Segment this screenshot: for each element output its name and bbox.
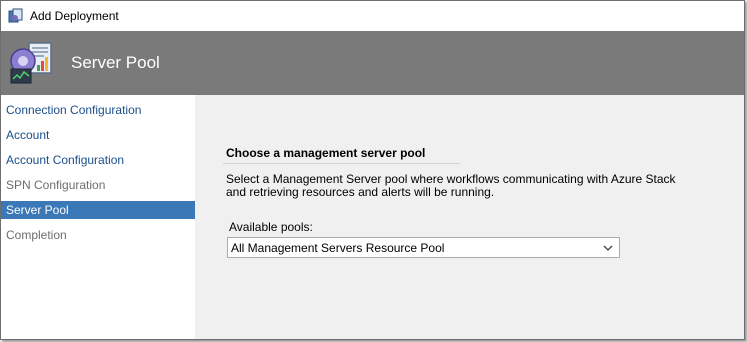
nav-item-account-configuration[interactable]: Account Configuration (1, 151, 195, 169)
chevron-down-icon[interactable] (602, 242, 614, 254)
wizard-header-banner: Server Pool (1, 31, 744, 95)
nav-item-account[interactable]: Account (1, 126, 195, 144)
section-heading: Choose a management server pool (226, 146, 426, 160)
server-pool-wizard-icon (7, 39, 55, 87)
nav-item-spn-configuration: SPN Configuration (6, 178, 106, 192)
title-bar[interactable]: Add Deployment (1, 1, 744, 31)
nav-item-connection-configuration[interactable]: Connection Configuration (1, 101, 195, 119)
nav-item-completion: Completion (6, 228, 67, 242)
selected-pool-value: All Management Servers Resource Pool (231, 240, 445, 255)
section-divider (223, 163, 460, 164)
available-pools-label: Available pools: (229, 220, 313, 234)
wizard-step-nav: Connection Configuration Account Account… (1, 95, 195, 339)
section-description: Select a Management Server pool where wo… (226, 172, 676, 199)
server-pool-dropdown[interactable]: All Management Servers Resource Pool (227, 237, 620, 258)
wizard-content-panel: Choose a management server pool Select a… (195, 95, 744, 339)
deployment-wizard-icon (8, 8, 24, 24)
page-title: Server Pool (71, 53, 160, 72)
nav-item-server-pool[interactable]: Server Pool (1, 201, 195, 219)
window-title: Add Deployment (30, 9, 119, 23)
add-deployment-window: Add Deployment Server Pool Connection Co… (0, 0, 745, 340)
